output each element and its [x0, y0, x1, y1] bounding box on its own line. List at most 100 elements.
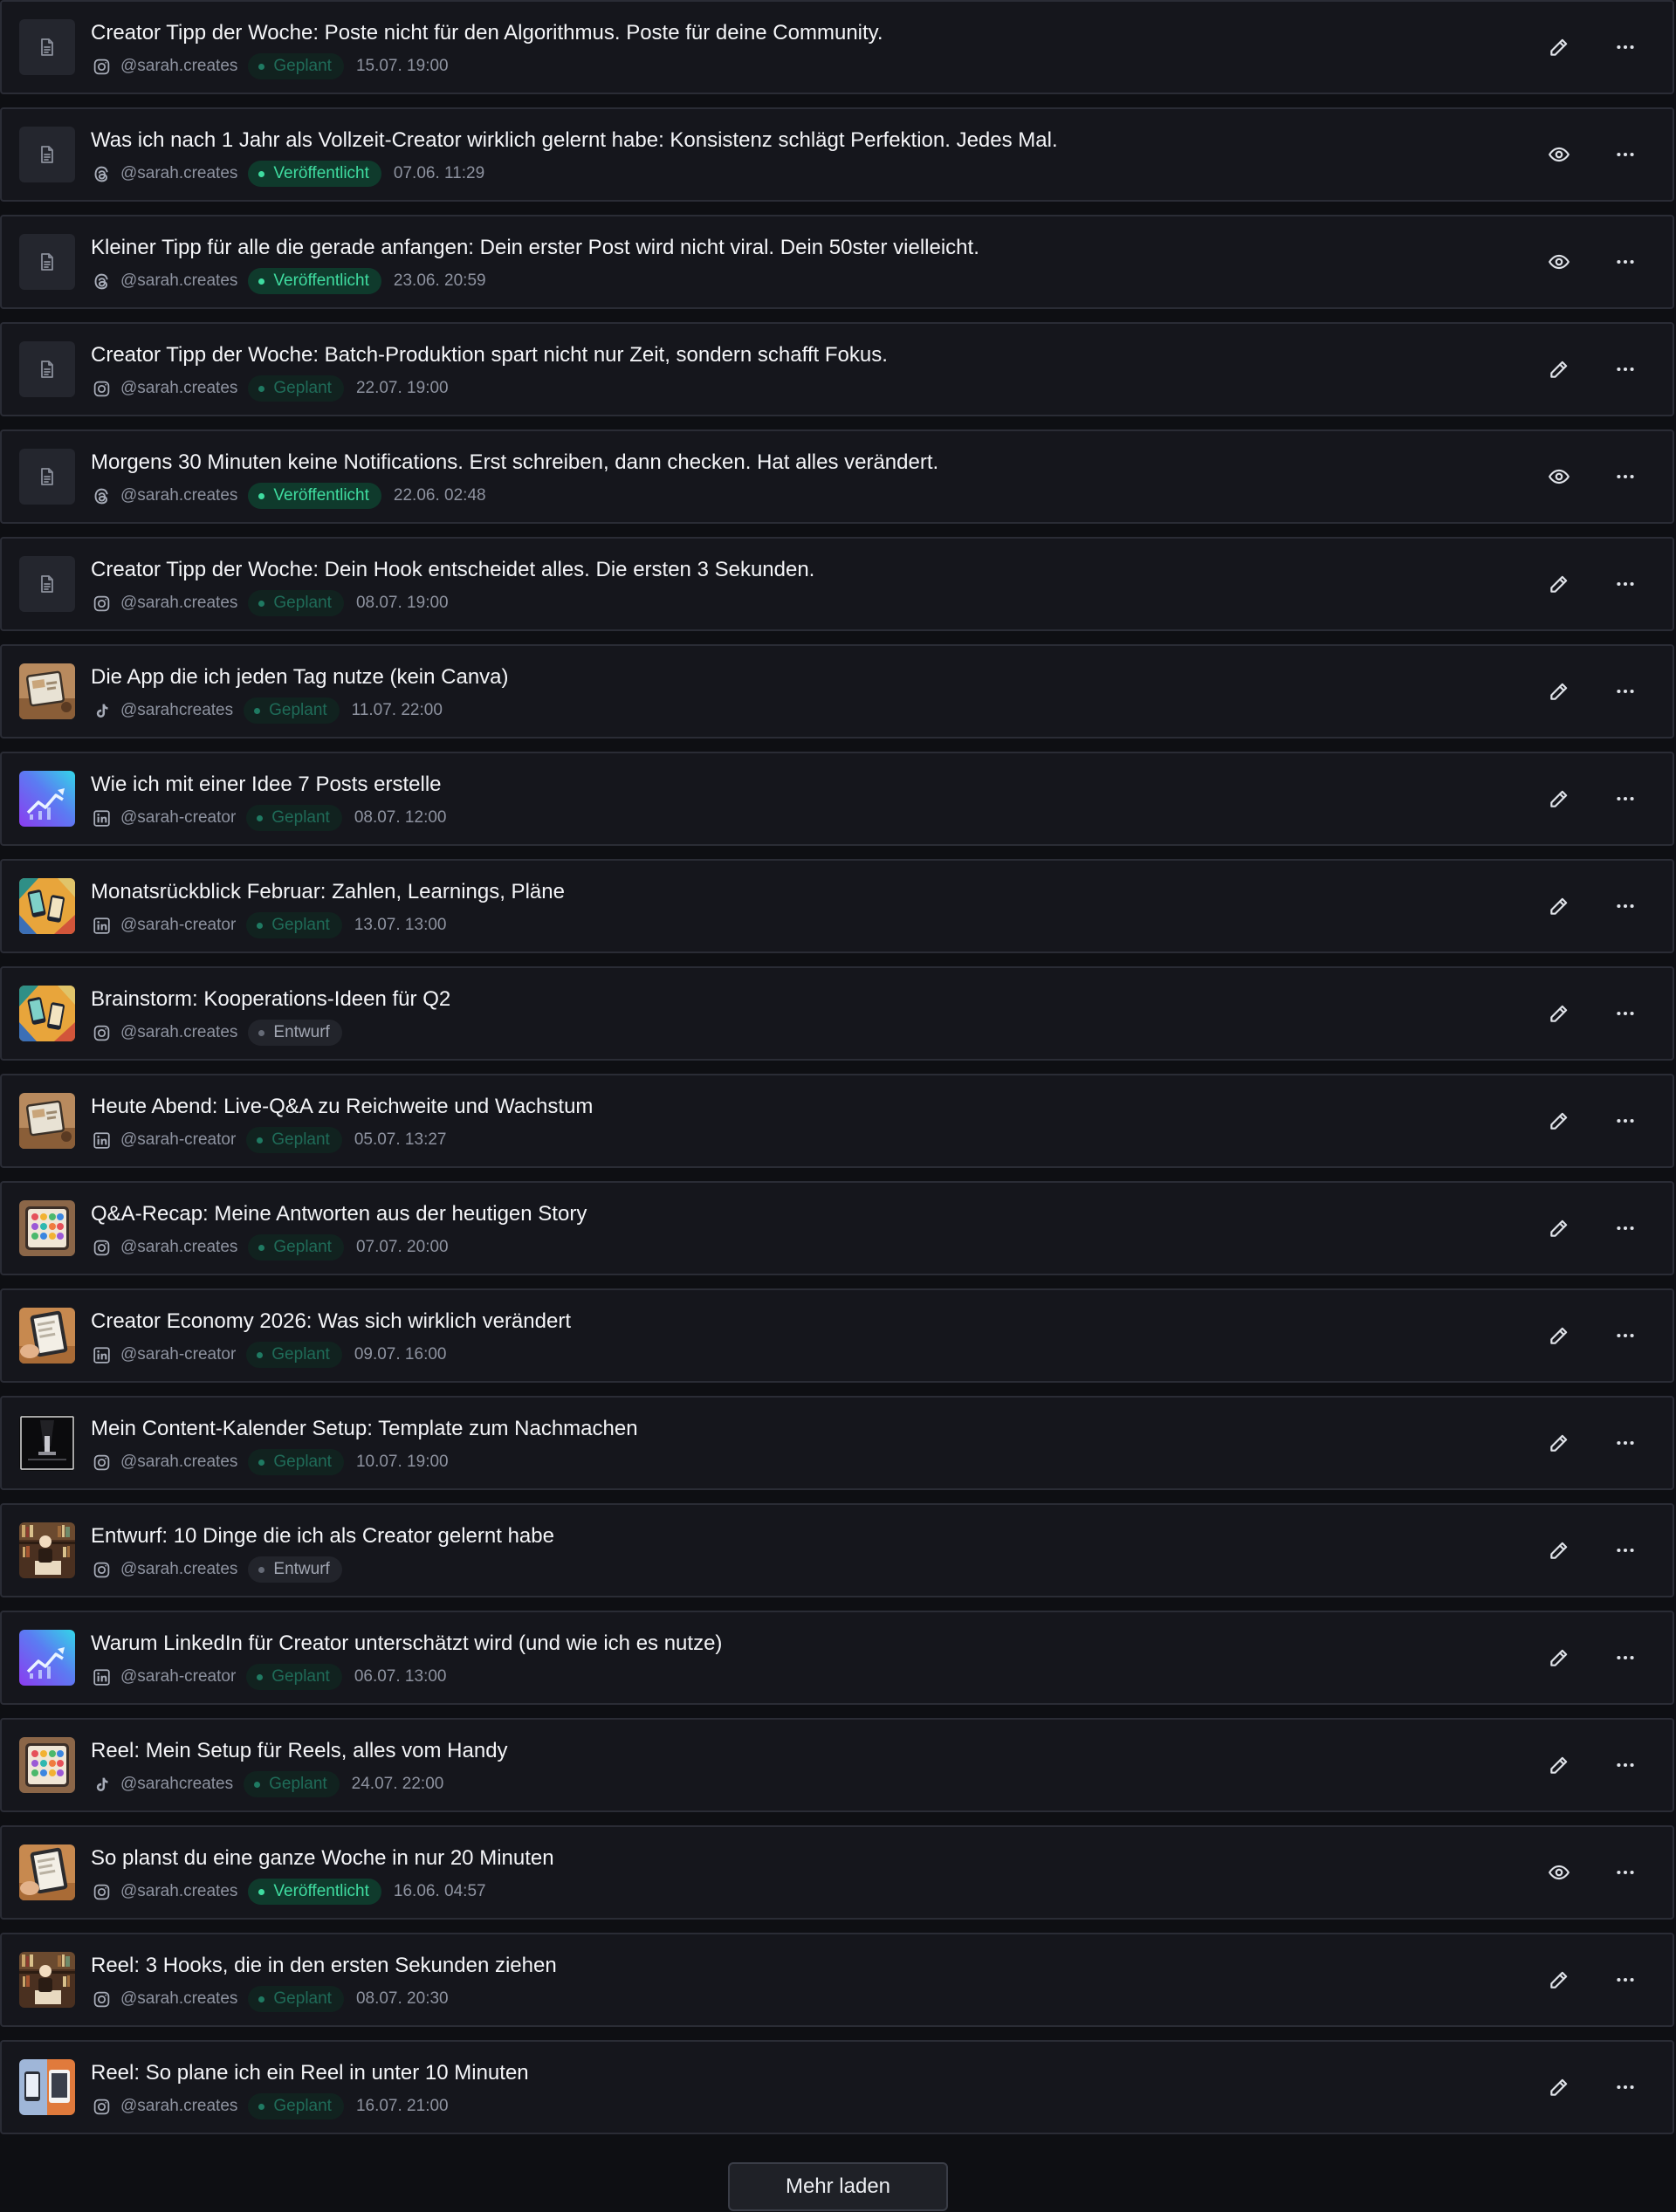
more-horizontal-icon[interactable]: [1603, 1957, 1648, 2002]
post-row[interactable]: Creator Economy 2026: Was sich wirklich …: [0, 1288, 1674, 1383]
more-horizontal-icon[interactable]: [1603, 1742, 1648, 1788]
post-thumbnail: [19, 986, 75, 1041]
post-meta: @sarah.creates Geplant 08.07. 19:00: [91, 590, 449, 616]
pencil-icon[interactable]: [1536, 883, 1582, 929]
post-row[interactable]: Reel: 3 Hooks, die in den ersten Sekunde…: [0, 1933, 1674, 2027]
more-horizontal-icon[interactable]: [1603, 1206, 1648, 1251]
post-date: 16.06. 04:57: [393, 1882, 486, 1900]
post-row[interactable]: Brainstorm: Kooperations-Ideen für Q2 @sa…: [0, 966, 1674, 1061]
post-thumbnail: [19, 878, 75, 934]
post-row[interactable]: Heute Abend: Live-Q&A zu Reichweite und …: [0, 1074, 1674, 1168]
pencil-icon[interactable]: [1536, 1635, 1582, 1680]
status-dot: [258, 278, 265, 285]
pencil-icon[interactable]: [1536, 776, 1582, 821]
more-horizontal-icon[interactable]: [1603, 1528, 1648, 1573]
more-horizontal-icon[interactable]: [1603, 454, 1648, 499]
account-handle: @sarah.creates: [120, 1023, 238, 1041]
post-row[interactable]: Q&A-Recap: Meine Antworten aus der heuti…: [0, 1181, 1674, 1275]
more-horizontal-icon[interactable]: [1603, 132, 1648, 177]
status-dot: [258, 1029, 265, 1036]
more-horizontal-icon[interactable]: [1603, 991, 1648, 1036]
status-badge: Geplant: [248, 1449, 344, 1475]
pencil-icon[interactable]: [1536, 1528, 1582, 1573]
linkedin-icon: [91, 1344, 112, 1365]
status-badge: Geplant: [244, 1771, 340, 1797]
pencil-icon[interactable]: [1536, 1313, 1582, 1358]
eye-icon[interactable]: [1536, 239, 1582, 285]
post-row[interactable]: Entwurf: 10 Dinge die ich als Creator ge…: [0, 1503, 1674, 1597]
more-horizontal-icon[interactable]: [1603, 239, 1648, 285]
more-horizontal-icon[interactable]: [1603, 2064, 1648, 2110]
status-badge: Geplant: [246, 1127, 342, 1153]
post-meta: @sarah.creates Veröffentlicht 16.06. 04:57: [91, 1879, 486, 1905]
pencil-icon[interactable]: [1536, 991, 1582, 1036]
document-icon: [19, 341, 75, 397]
post-date: 05.07. 13:27: [354, 1130, 447, 1149]
more-horizontal-icon[interactable]: [1603, 1850, 1648, 1895]
status-label: Geplant: [269, 701, 327, 719]
status-label: Veröffentlicht: [273, 164, 369, 182]
post-row[interactable]: Was ich nach 1 Jahr als Vollzeit-Creator…: [0, 107, 1674, 202]
more-horizontal-icon[interactable]: [1603, 776, 1648, 821]
post-date: 24.07. 22:00: [351, 1775, 444, 1793]
pencil-icon[interactable]: [1536, 347, 1582, 392]
instagram-icon: [91, 1452, 112, 1473]
post-row[interactable]: So planst du eine ganze Woche in nur 20 …: [0, 1825, 1674, 1920]
more-horizontal-icon[interactable]: [1603, 883, 1648, 929]
pencil-icon[interactable]: [1536, 1957, 1582, 2002]
eye-icon[interactable]: [1536, 1850, 1582, 1895]
more-horizontal-icon[interactable]: [1603, 1635, 1648, 1680]
status-label: Geplant: [273, 57, 332, 75]
post-row[interactable]: Reel: So plane ich ein Reel in unter 10 …: [0, 2040, 1674, 2134]
post-row[interactable]: Kleiner Tipp für alle die gerade anfange…: [0, 215, 1674, 309]
pencil-icon[interactable]: [1536, 1098, 1582, 1144]
post-row[interactable]: Monatsrückblick Februar: Zahlen, Learnin…: [0, 859, 1674, 953]
linkedin-icon: [91, 915, 112, 936]
instagram-icon: [91, 378, 112, 399]
more-horizontal-icon[interactable]: [1603, 561, 1648, 607]
post-row[interactable]: Creator Tipp der Woche: Poste nicht für …: [0, 0, 1674, 94]
post-row[interactable]: Creator Tipp der Woche: Dein Hook entsch…: [0, 537, 1674, 631]
status-label: Geplant: [273, 1989, 332, 2008]
post-row[interactable]: Morgens 30 Minuten keine Notifications. …: [0, 429, 1674, 524]
post-row[interactable]: Warum LinkedIn für Creator unterschätzt …: [0, 1611, 1674, 1705]
status-dot: [257, 814, 264, 821]
pencil-icon[interactable]: [1536, 669, 1582, 714]
status-badge: Geplant: [248, 2093, 344, 2119]
more-horizontal-icon[interactable]: [1603, 1313, 1648, 1358]
more-horizontal-icon[interactable]: [1603, 347, 1648, 392]
post-row[interactable]: Reel: Mein Setup für Reels, alles vom Ha…: [0, 1718, 1674, 1812]
status-dot: [257, 1137, 264, 1144]
instagram-icon: [91, 1237, 112, 1258]
eye-icon[interactable]: [1536, 132, 1582, 177]
pencil-icon[interactable]: [1536, 1420, 1582, 1466]
status-badge: Veröffentlicht: [248, 161, 381, 187]
load-more-button[interactable]: Mehr laden: [728, 2162, 948, 2211]
status-dot: [258, 1566, 265, 1573]
status-badge: Geplant: [246, 1664, 342, 1690]
pencil-icon[interactable]: [1536, 1742, 1582, 1788]
pencil-icon[interactable]: [1536, 1206, 1582, 1251]
more-horizontal-icon[interactable]: [1603, 669, 1648, 714]
status-label: Entwurf: [273, 1560, 330, 1578]
pencil-icon[interactable]: [1536, 2064, 1582, 2110]
instagram-icon: [91, 56, 112, 77]
post-date: 10.07. 19:00: [355, 1453, 449, 1471]
linkedin-icon: [91, 1130, 112, 1151]
status-dot: [258, 1244, 265, 1251]
more-horizontal-icon[interactable]: [1603, 1098, 1648, 1144]
status-label: Geplant: [273, 379, 332, 397]
post-row[interactable]: Die App die ich jeden Tag nutze (kein Ca…: [0, 644, 1674, 738]
post-meta: @sarah-creator Geplant 13.07. 13:00: [91, 912, 446, 938]
account-handle: @sarah-creator: [120, 916, 237, 934]
post-row[interactable]: Creator Tipp der Woche: Batch-Produktion…: [0, 322, 1674, 416]
eye-icon[interactable]: [1536, 454, 1582, 499]
post-date: 22.06. 02:48: [393, 486, 486, 505]
document-icon: [19, 127, 75, 182]
pencil-icon[interactable]: [1536, 561, 1582, 607]
post-row[interactable]: Wie ich mit einer Idee 7 Posts erstelle @…: [0, 752, 1674, 846]
more-horizontal-icon[interactable]: [1603, 24, 1648, 70]
pencil-icon[interactable]: [1536, 24, 1582, 70]
more-horizontal-icon[interactable]: [1603, 1420, 1648, 1466]
post-row[interactable]: Mein Content-Kalender Setup: Template zu…: [0, 1396, 1674, 1490]
